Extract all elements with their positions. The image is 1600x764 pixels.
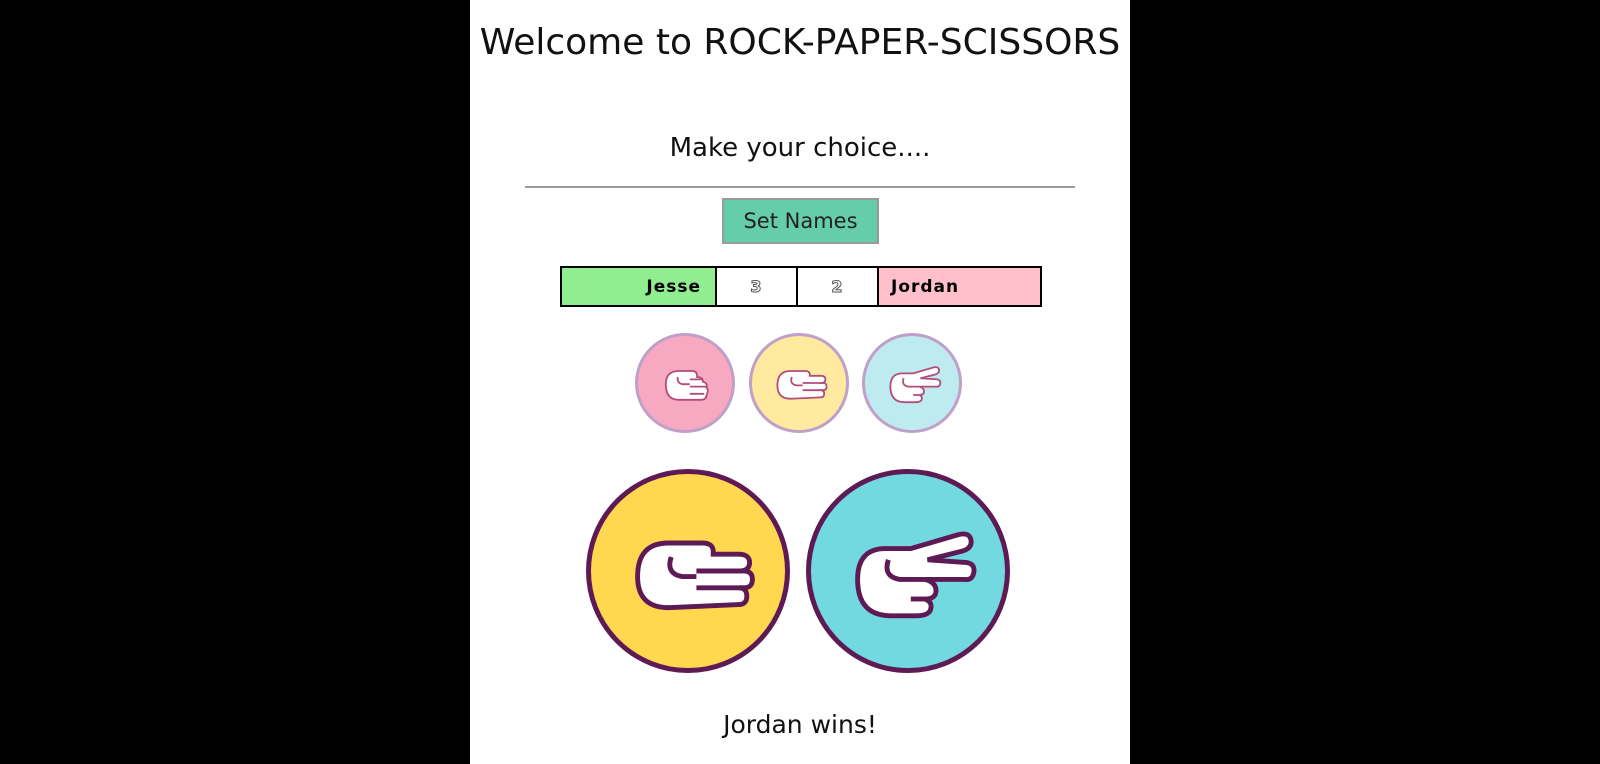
paper-hand-icon bbox=[635, 540, 755, 610]
player1-played-hand bbox=[586, 469, 790, 673]
player2-score: 2 bbox=[798, 268, 879, 305]
instruction-text: Make your choice.... bbox=[669, 133, 931, 163]
set-names-button[interactable]: Set Names bbox=[722, 198, 879, 244]
result-message: Jordan wins! bbox=[723, 710, 877, 739]
page-title: Welcome to ROCK-PAPER-SCISSORS bbox=[479, 22, 1121, 63]
player2-played-hand bbox=[806, 469, 1010, 673]
rock-choice-button[interactable] bbox=[635, 333, 735, 433]
rock-hand-icon bbox=[664, 370, 709, 401]
paper-choice-button[interactable] bbox=[749, 333, 849, 433]
game-panel: Welcome to ROCK-PAPER-SCISSORS Make your… bbox=[470, 0, 1130, 764]
scissors-hand-icon bbox=[855, 531, 977, 619]
player1-score: 3 bbox=[717, 268, 798, 305]
scissors-choice-button[interactable] bbox=[862, 333, 962, 433]
scoreboard: Jesse 3 2 Jordan bbox=[560, 266, 1042, 307]
divider bbox=[525, 186, 1075, 188]
paper-hand-icon bbox=[776, 370, 828, 400]
player1-name: Jesse bbox=[562, 268, 717, 305]
player2-name: Jordan bbox=[879, 268, 1040, 305]
scissors-hand-icon bbox=[889, 366, 942, 404]
